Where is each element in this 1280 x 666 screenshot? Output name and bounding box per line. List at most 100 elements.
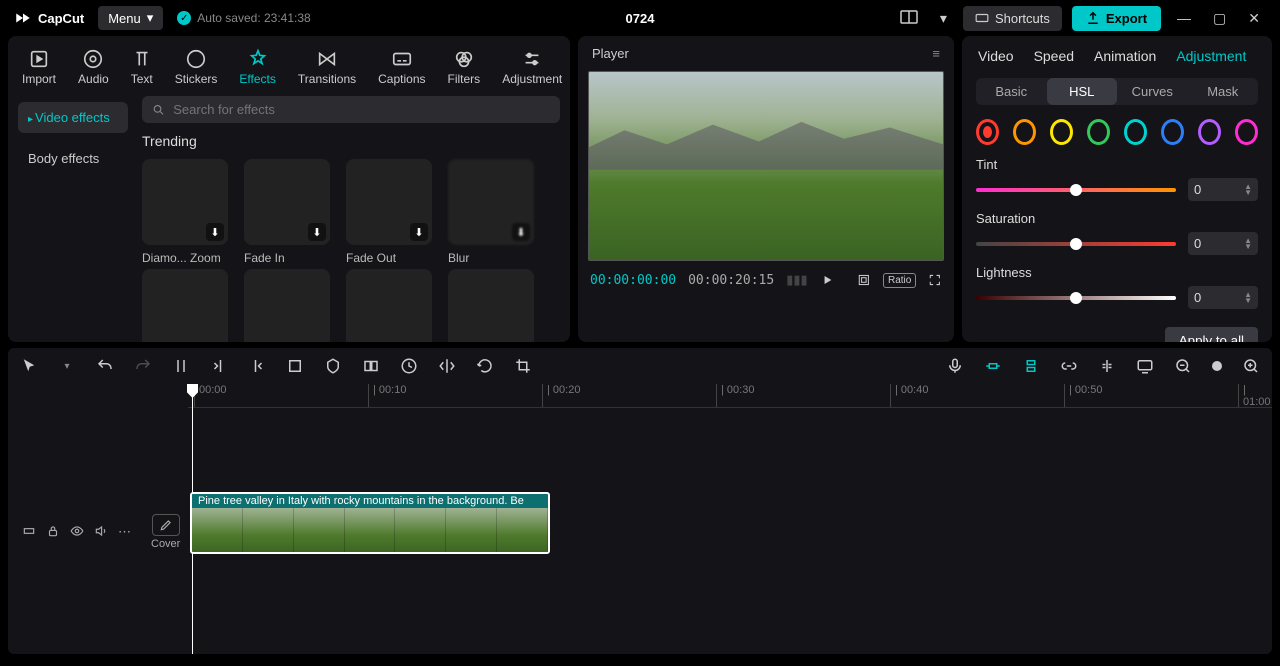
download-icon[interactable]: ⬇ xyxy=(410,223,428,241)
track-lock-icon[interactable] xyxy=(46,524,60,541)
sidebar-item-video-effects[interactable]: ▸Video effects xyxy=(18,102,128,133)
frame-scale-icon[interactable] xyxy=(857,271,871,289)
marker-tool[interactable] xyxy=(324,357,342,375)
preview-icon[interactable] xyxy=(1136,357,1154,375)
insp-tab-adjustment[interactable]: Adjustment xyxy=(1176,48,1246,64)
insp-tab-animation[interactable]: Animation xyxy=(1094,48,1156,64)
swatch-purple[interactable] xyxy=(1198,119,1221,145)
undo-button[interactable] xyxy=(96,357,114,375)
tab-text[interactable]: Text xyxy=(127,46,157,88)
play-button[interactable] xyxy=(820,271,834,289)
tick-label: 00:00 xyxy=(199,384,227,396)
subtab-hsl[interactable]: HSL xyxy=(1047,78,1118,105)
layout-icon[interactable] xyxy=(894,10,924,27)
lightness-value[interactable]: 0▲▼ xyxy=(1188,286,1258,309)
redo-button[interactable] xyxy=(134,357,152,375)
download-icon[interactable]: ⬇ xyxy=(206,223,224,241)
tab-captions[interactable]: Captions xyxy=(374,46,429,88)
ratio-button[interactable]: Ratio xyxy=(883,273,916,288)
speed-tool[interactable] xyxy=(400,357,418,375)
subtab-curves[interactable]: Curves xyxy=(1117,78,1188,105)
swatch-green[interactable] xyxy=(1087,119,1110,145)
tint-slider[interactable] xyxy=(976,188,1176,192)
maximize-button[interactable]: ▢ xyxy=(1207,10,1232,27)
tab-adjustment[interactable]: Adjustment xyxy=(498,46,566,88)
effect-blur[interactable]: ⬇Blur xyxy=(448,159,534,265)
swatch-blue[interactable] xyxy=(1161,119,1184,145)
search-field[interactable] xyxy=(173,102,550,117)
close-button[interactable]: ✕ xyxy=(1242,10,1266,27)
apply-to-all-button[interactable]: Apply to all xyxy=(1165,327,1258,342)
crop-ratio-tool[interactable] xyxy=(514,357,532,375)
tab-transitions[interactable]: Transitions xyxy=(294,46,360,88)
layout-chevron-icon[interactable]: ▾ xyxy=(934,10,953,27)
effect-fade-in[interactable]: ⬇Fade In xyxy=(244,159,330,265)
subtab-mask[interactable]: Mask xyxy=(1188,78,1259,105)
mirror-tool[interactable] xyxy=(438,357,456,375)
effect-thumb[interactable] xyxy=(142,269,228,342)
stepper-icon[interactable]: ▲▼ xyxy=(1244,184,1252,196)
lightness-slider[interactable] xyxy=(976,296,1176,300)
cover-button[interactable]: Cover xyxy=(151,514,180,550)
sidebar-item-body-effects[interactable]: Body effects xyxy=(18,143,128,174)
tab-stickers[interactable]: Stickers xyxy=(171,46,222,88)
split-tool[interactable] xyxy=(172,357,190,375)
export-button[interactable]: Export xyxy=(1072,6,1161,31)
download-icon[interactable]: ⬇ xyxy=(308,223,326,241)
effect-thumb[interactable] xyxy=(244,269,330,342)
player-viewport[interactable] xyxy=(588,71,944,261)
snap-icon[interactable] xyxy=(1098,357,1116,375)
zoom-out-icon[interactable] xyxy=(1174,357,1192,375)
video-clip[interactable]: Pine tree valley in Italy with rocky mou… xyxy=(190,492,550,554)
swatch-magenta[interactable] xyxy=(1235,119,1258,145)
crop-tool[interactable] xyxy=(286,357,304,375)
swatch-orange[interactable] xyxy=(1013,119,1036,145)
player-menu-icon[interactable]: ≡ xyxy=(932,46,940,61)
tab-audio[interactable]: Audio xyxy=(74,46,113,88)
search-input[interactable] xyxy=(142,96,560,123)
zoom-in-icon[interactable] xyxy=(1242,357,1260,375)
level-meter-icon: ▮▮▮ xyxy=(786,272,807,288)
track-collapse-icon[interactable] xyxy=(22,524,36,541)
tint-value[interactable]: 0▲▼ xyxy=(1188,178,1258,201)
minimize-button[interactable]: — xyxy=(1171,10,1197,26)
tab-adjustment-label: Adjustment xyxy=(502,72,562,86)
saturation-value[interactable]: 0▲▼ xyxy=(1188,232,1258,255)
stepper-icon[interactable]: ▲▼ xyxy=(1244,292,1252,304)
zoom-slider-knob[interactable] xyxy=(1212,361,1222,371)
subtab-basic[interactable]: Basic xyxy=(976,78,1047,105)
tab-import[interactable]: Import xyxy=(18,46,60,88)
stepper-icon[interactable]: ▲▼ xyxy=(1244,238,1252,250)
selection-tool[interactable] xyxy=(20,357,38,375)
track-mute-icon[interactable] xyxy=(94,524,108,541)
tab-filters[interactable]: Filters xyxy=(444,46,485,88)
track-more-icon[interactable]: ⋯ xyxy=(118,524,131,540)
saturation-slider[interactable] xyxy=(976,242,1176,246)
effect-diamond-zoom[interactable]: ⬇Diamo... Zoom xyxy=(142,159,228,265)
magnet-main-icon[interactable] xyxy=(984,357,1002,375)
track-visibility-icon[interactable] xyxy=(70,524,84,541)
freeze-tool[interactable] xyxy=(362,357,380,375)
insp-tab-video[interactable]: Video xyxy=(978,48,1014,64)
effect-thumb[interactable] xyxy=(448,269,534,342)
effect-thumb[interactable] xyxy=(346,269,432,342)
mic-icon[interactable] xyxy=(946,357,964,375)
link-icon[interactable] xyxy=(1060,357,1078,375)
insp-tab-speed[interactable]: Speed xyxy=(1034,48,1074,64)
swatch-cyan[interactable] xyxy=(1124,119,1147,145)
swatch-yellow[interactable] xyxy=(1050,119,1073,145)
delete-left-tool[interactable] xyxy=(210,357,228,375)
timeline-ruler[interactable]: 00:00 | 00:10 | 00:20 | 00:30 | 00:40 | … xyxy=(188,384,1272,408)
fullscreen-icon[interactable] xyxy=(928,271,942,289)
delete-right-tool[interactable] xyxy=(248,357,266,375)
download-icon[interactable]: ⬇ xyxy=(512,223,530,241)
rotate-tool[interactable] xyxy=(476,357,494,375)
player-panel: Player ≡ 00:00:00:00 00:00:20:15 ▮▮▮ Rat… xyxy=(578,36,954,342)
menu-button[interactable]: Menu ▾ xyxy=(98,6,163,30)
magnet-tracks-icon[interactable] xyxy=(1022,357,1040,375)
shortcuts-button[interactable]: Shortcuts xyxy=(963,6,1062,31)
tab-effects[interactable]: Effects xyxy=(235,46,279,88)
selection-chevron-icon[interactable]: ▾ xyxy=(58,357,76,375)
effect-fade-out[interactable]: ⬇Fade Out xyxy=(346,159,432,265)
swatch-red[interactable] xyxy=(976,119,999,145)
